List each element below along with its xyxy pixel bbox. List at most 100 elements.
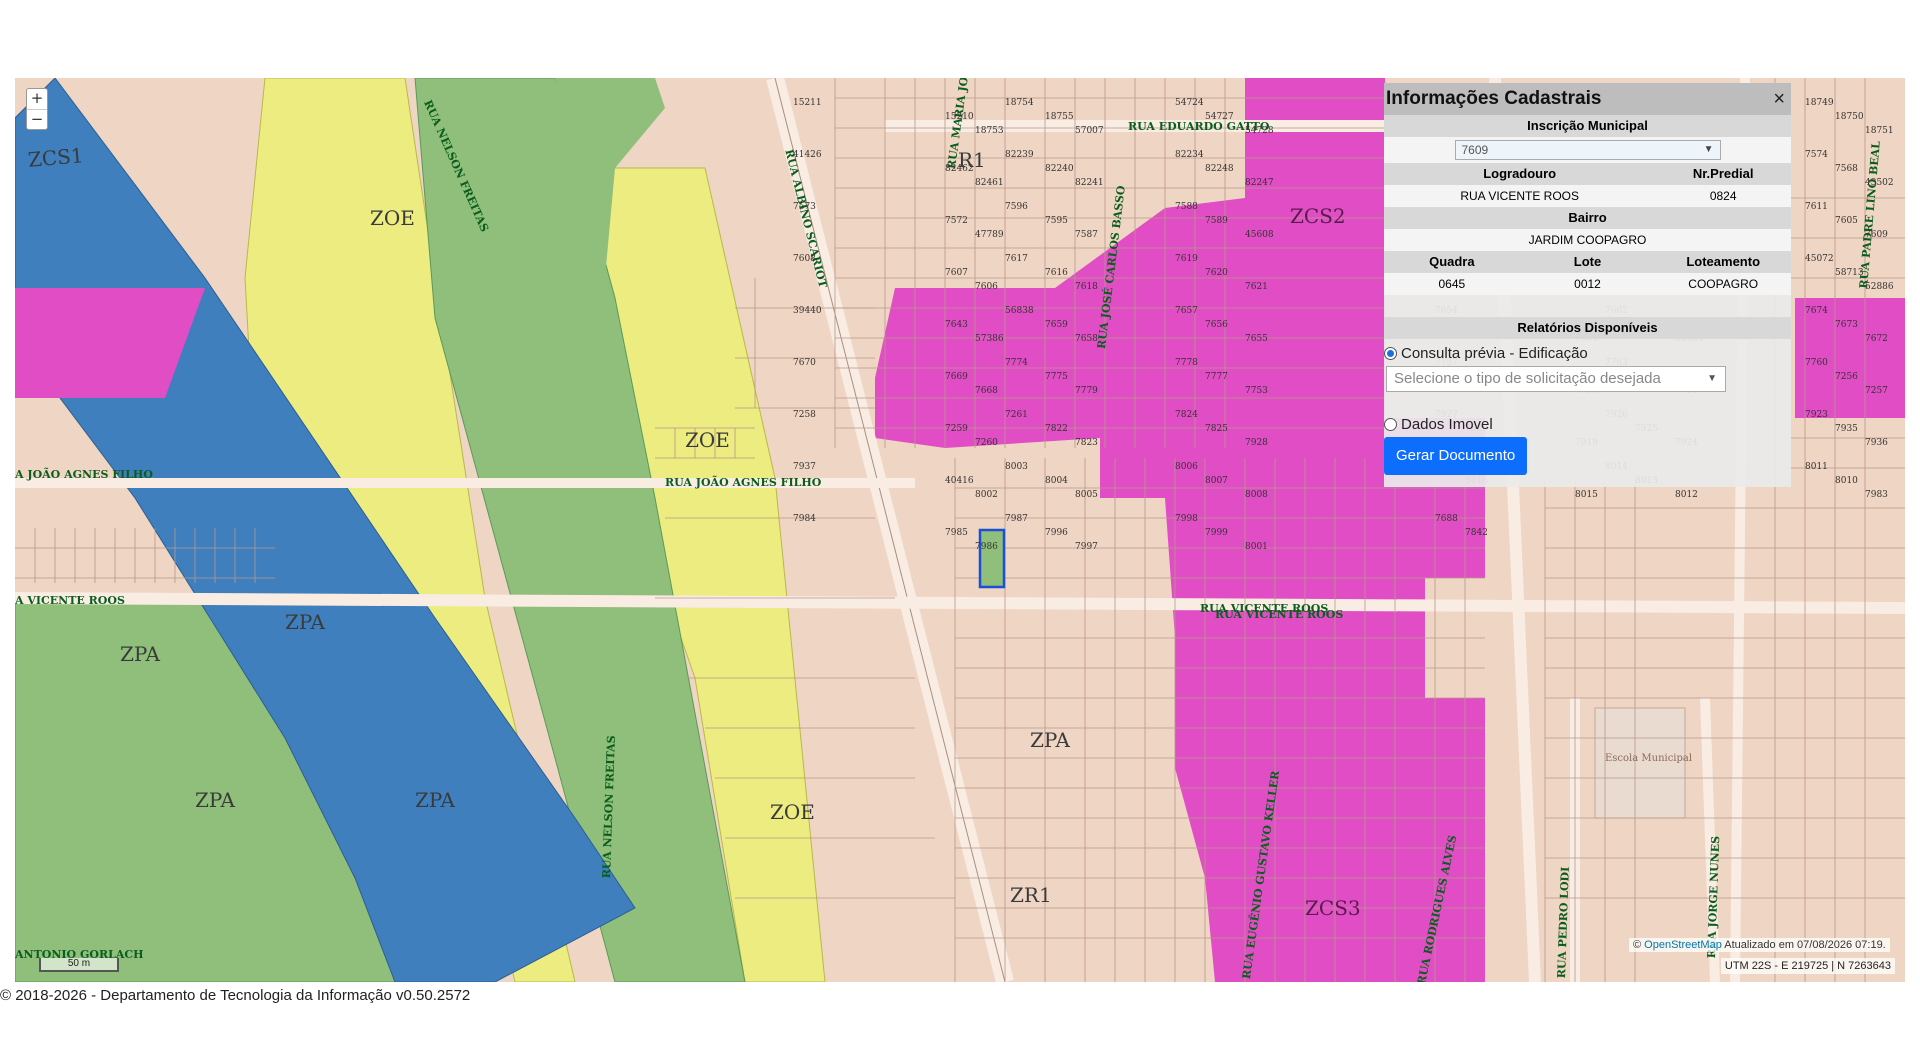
solicitacao-select[interactable]: Selecione o tipo de solicitação desejada… [1386, 366, 1726, 392]
lot-number: 82241 [1075, 178, 1104, 188]
lot-number: 7673 [1835, 320, 1858, 330]
selected-lot-7609[interactable] [978, 528, 1006, 589]
inscricao-select-row: 7609 ▼ [1384, 137, 1791, 163]
option-dados-label: Dados Imovel [1401, 416, 1493, 433]
quadra-values: 0645 0012 COOPAGRO [1384, 273, 1791, 295]
lot-number: 7587 [1075, 230, 1098, 240]
coords-readout: UTM 22S - E 219725 | N 7263643 [1720, 958, 1895, 974]
close-icon[interactable]: × [1773, 83, 1785, 115]
lot-number: 18751 [1865, 126, 1894, 136]
lot-number: 7607 [945, 268, 968, 278]
option-dados-imovel[interactable]: Dados Imovel [1384, 416, 1791, 433]
lot-number: 18755 [1045, 112, 1074, 122]
zone-label-zpa: ZPA [195, 788, 235, 812]
lot-number: 7999 [1205, 528, 1228, 538]
lot-number: 7668 [975, 386, 998, 396]
lot-number: 18749 [1805, 98, 1834, 108]
lot-number: 54728 [1245, 126, 1274, 136]
logradouro-value: RUA VICENTE ROOS [1460, 189, 1579, 203]
panel-title: Informações Cadastrais × [1384, 83, 1791, 115]
osm-link[interactable]: OpenStreetMap [1644, 939, 1722, 951]
zoom-in-button[interactable]: + [27, 89, 47, 109]
lot-number: 7823 [1075, 438, 1098, 448]
option-consulta-previa[interactable]: Consulta prévia - Edificação [1384, 345, 1791, 362]
lot-number: 7619 [1175, 254, 1198, 264]
bairro-values: JARDIM COOPAGRO [1384, 229, 1791, 251]
lot-number: 41426 [793, 150, 822, 160]
relatorios-label: Relatórios Disponíveis [1517, 320, 1658, 335]
lot-number: 52886 [1865, 282, 1894, 292]
street-label: A JOÃO AGNES FILHO [15, 468, 153, 481]
solicitacao-placeholder: Selecione o tipo de solicitação desejada [1394, 370, 1661, 387]
lot-number: 7596 [1005, 202, 1028, 212]
zone-label-zpa: ZPA [415, 788, 455, 812]
street-label: A VICENTE ROOS [15, 594, 125, 607]
lot-number: 7256 [1835, 372, 1858, 382]
street-label: RUA JOÃO AGNES FILHO [665, 476, 822, 489]
logradouro-values: RUA VICENTE ROOS 0824 [1384, 185, 1791, 207]
lot-number: 7617 [1005, 254, 1028, 264]
lot-number: 8011 [1805, 462, 1828, 472]
lot-number: 18754 [1005, 98, 1034, 108]
lot-number: 7257 [1865, 386, 1888, 396]
radio-consulta-previa[interactable] [1384, 347, 1397, 360]
chevron-down-icon: ▼ [1707, 373, 1717, 384]
lot-number: 7616 [1045, 268, 1068, 278]
lot-number: 7936 [1865, 438, 1888, 448]
bairro-header: Bairro [1384, 207, 1791, 229]
lot-number: 15210 [945, 112, 974, 122]
lot-number: 8005 [1075, 490, 1098, 500]
gerar-documento-button[interactable]: Gerar Documento [1384, 437, 1528, 475]
inscricao-label: Inscrição Municipal [1527, 118, 1648, 133]
zone-label-zcs3: ZCS3 [1305, 896, 1361, 920]
nrpredial-label: Nr.Predial [1692, 166, 1754, 181]
lot-number: 54727 [1205, 112, 1234, 122]
lot-number: 8012 [1675, 490, 1698, 500]
poi-label: Escola Municipal [1605, 753, 1693, 764]
lot-number: 7825 [1205, 424, 1228, 434]
quadra-value: 0645 [1438, 277, 1466, 291]
lot-number: 7985 [945, 528, 968, 538]
lot-number: 7669 [945, 372, 968, 382]
radio-dados-imovel[interactable] [1384, 418, 1397, 431]
lot-number: 7659 [1045, 320, 1068, 330]
lot-number: 7928 [1245, 438, 1268, 448]
logradouro-header: Logradouro Nr.Predial [1384, 163, 1791, 185]
lot-number: 82240 [1045, 164, 1074, 174]
lot-number: 7997 [1075, 542, 1098, 552]
lot-number: 7984 [793, 514, 816, 524]
lot-number: 7824 [1175, 410, 1198, 420]
inscricao-select[interactable]: 7609 ▼ [1454, 140, 1721, 160]
cadastral-info-panel: Informações Cadastrais × Inscrição Munic… [1384, 83, 1791, 487]
lot-number: 7611 [1805, 202, 1828, 212]
lot-number: 7260 [975, 438, 998, 448]
lot-number: 7753 [1245, 386, 1268, 396]
lot-number: 7923 [1805, 410, 1828, 420]
lot-number: 7987 [1005, 514, 1028, 524]
lot-number: 8010 [1835, 476, 1858, 486]
lot-number: 8003 [1005, 462, 1028, 472]
lot-number: 40416 [945, 476, 974, 486]
street-label: RUA VICENTE ROOS [1215, 608, 1344, 621]
lot-number: 7572 [945, 216, 968, 226]
lot-number: 7588 [1175, 202, 1198, 212]
lot-number: 7998 [1175, 514, 1198, 524]
street-label: ANTONIO GORLACH [15, 948, 144, 961]
lot-number: 7589 [1205, 216, 1228, 226]
lot-number: 8008 [1245, 490, 1268, 500]
zone-label-zoe: ZOE [370, 206, 415, 230]
zoom-out-button[interactable]: − [27, 109, 47, 129]
lot-number: 39440 [793, 306, 822, 316]
zone-label-zpa: ZPA [1030, 728, 1070, 752]
lot-number: 7657 [1175, 306, 1198, 316]
lot-number: 7779 [1075, 386, 1098, 396]
lot-number: 7258 [793, 410, 816, 420]
bairro-label: Bairro [1568, 210, 1607, 225]
zone-label-zpa: ZPA [120, 642, 160, 666]
lote-label: Lote [1573, 254, 1602, 269]
lot-number: 43502 [1865, 178, 1894, 188]
panel-title-text: Informações Cadastrais [1386, 88, 1602, 109]
lot-number: 7261 [1005, 410, 1028, 420]
quadra-header: Quadra Lote Loteamento [1384, 251, 1791, 273]
